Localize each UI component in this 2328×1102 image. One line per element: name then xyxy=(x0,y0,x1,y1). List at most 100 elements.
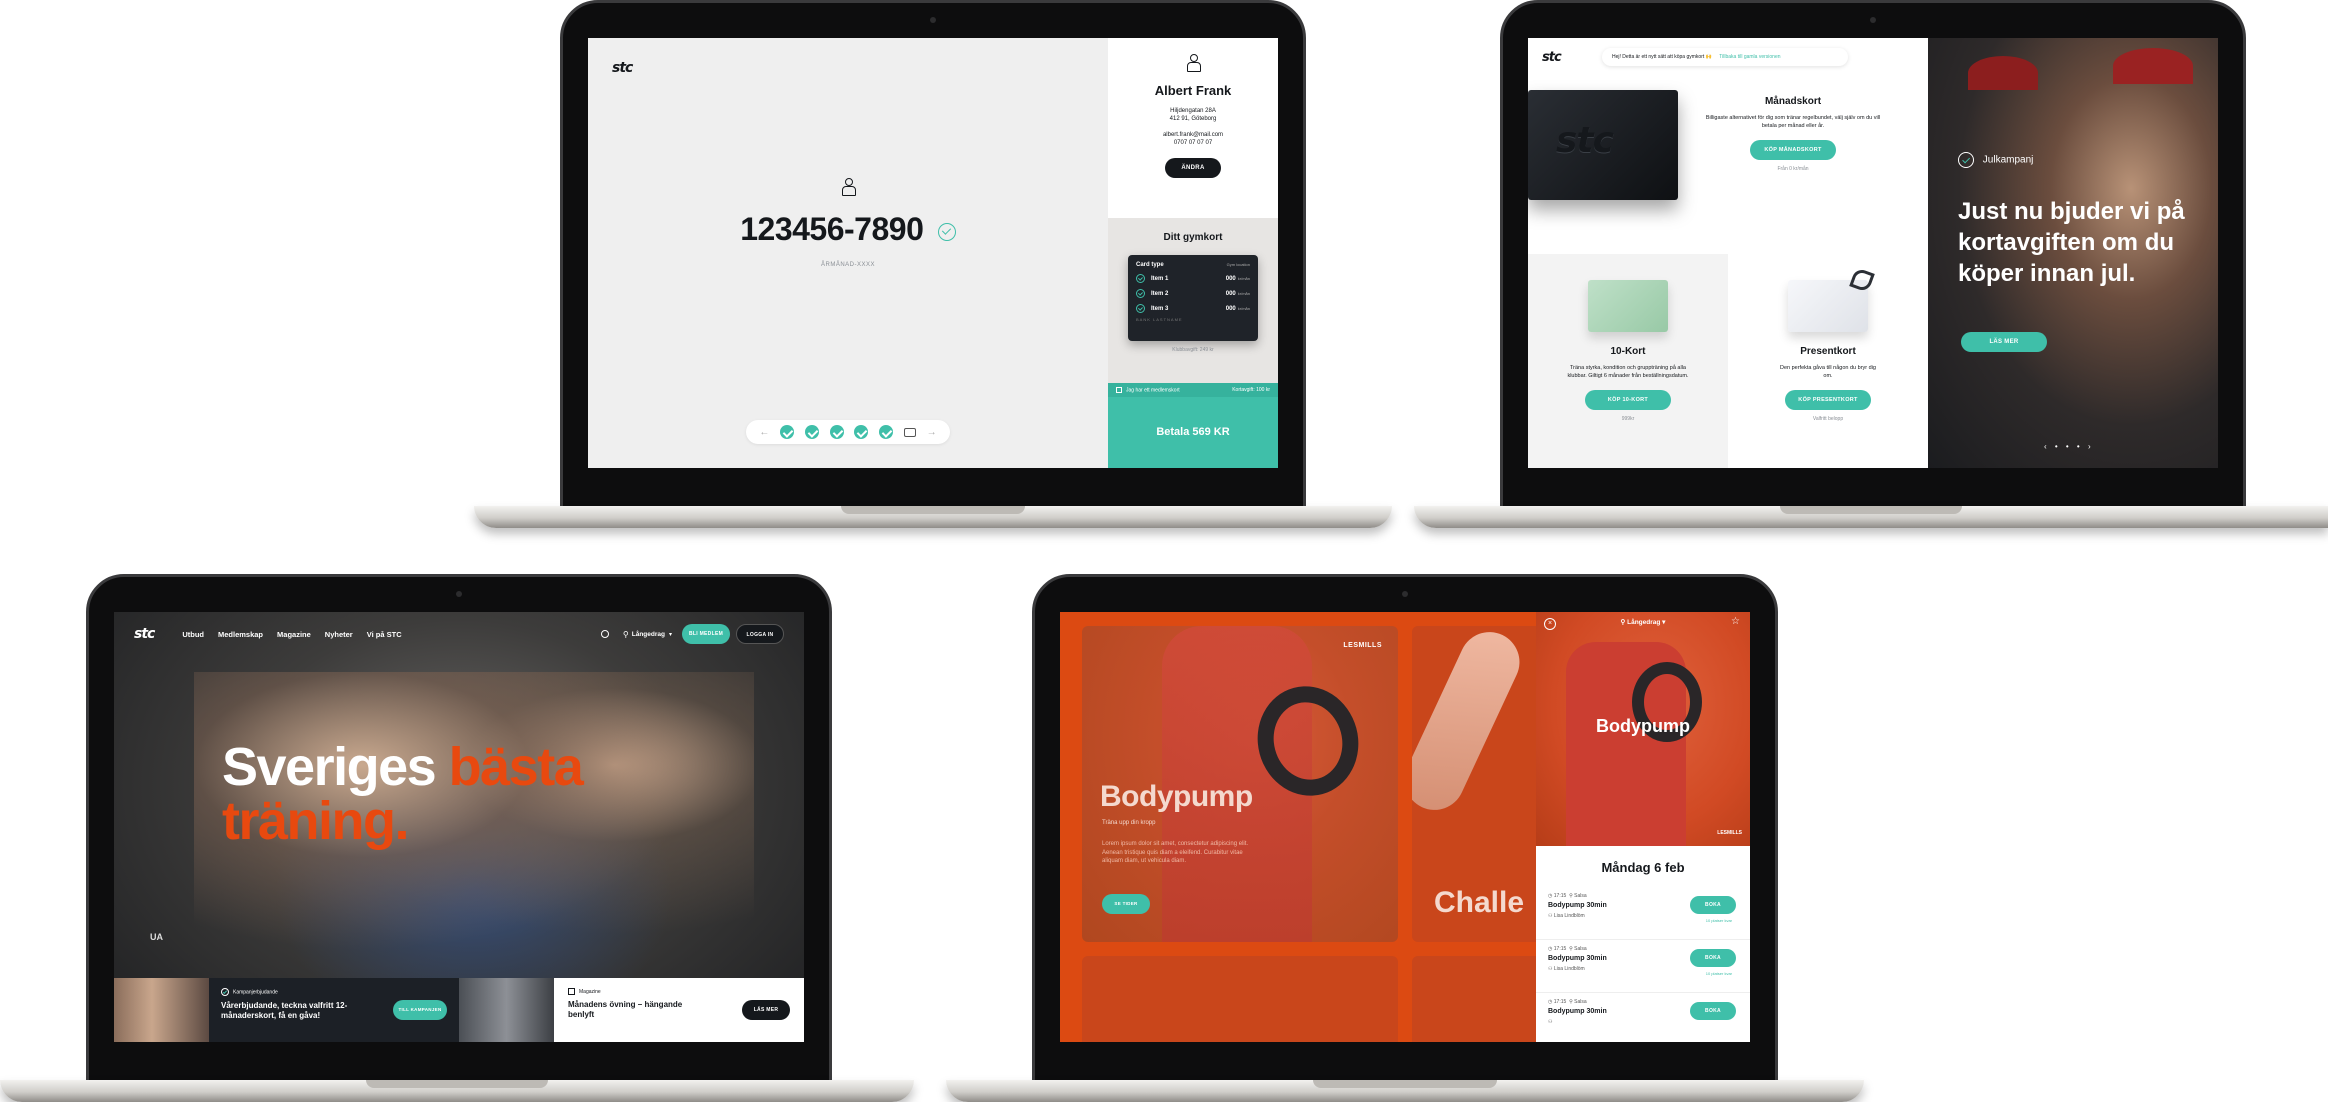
class-card-row2-b[interactable] xyxy=(1412,956,1542,1042)
class-detail-panel: × ⚲ Långedrag ▾ ☆ Bodypump LESMILLS Månd… xyxy=(1536,612,1750,1042)
magazine-tag: Magazine xyxy=(579,988,601,995)
location-select[interactable]: Långedrag xyxy=(632,631,665,638)
panel-hero: × ⚲ Långedrag ▾ ☆ Bodypump LESMILLS xyxy=(1536,612,1750,846)
promo-bar: Kampanjerbjudande Vårerbjudande, teckna … xyxy=(114,978,804,1042)
step-done-icon[interactable] xyxy=(780,425,795,439)
monthly-card-image[interactable]: stc xyxy=(1528,90,1678,200)
favorite-star-icon[interactable]: ☆ xyxy=(1731,616,1740,627)
card-item-price: 000 xyxy=(1225,275,1236,282)
santa-hat-1 xyxy=(1968,56,2038,90)
card-footer: BANK LASTNAME xyxy=(1136,317,1183,322)
campaign-headline: Just nu bjuder vi på kortavgiften om du … xyxy=(1958,198,2185,288)
stc-logo[interactable]: stc xyxy=(612,60,633,76)
class-time: 17:15 xyxy=(1553,946,1567,952)
chevron-down-icon[interactable]: ▾ xyxy=(669,631,672,638)
to-campaign-button[interactable]: TILL KAMPANJEN xyxy=(393,1000,447,1020)
checkbox-icon[interactable] xyxy=(1116,386,1122,393)
card-item-row: Item 1 000 kr/mån xyxy=(1136,274,1250,283)
nav-item[interactable]: Medlemskap xyxy=(218,630,263,639)
stc-logo[interactable]: stc xyxy=(134,626,155,642)
old-version-link[interactable]: Tillbaka till gamla versionen xyxy=(1719,54,1780,60)
next-arrow-icon[interactable]: → xyxy=(927,427,937,438)
book-button[interactable]: BOKA xyxy=(1690,896,1736,914)
card-panel: Ditt gymkort Card type Gym location Item… xyxy=(1108,218,1278,383)
location-pin-icon[interactable]: ⚲ xyxy=(623,630,629,639)
buy-monthly-button[interactable]: KÖP MÅNADSKORT xyxy=(1750,140,1836,161)
step-done-icon[interactable] xyxy=(829,425,844,439)
pay-button[interactable]: Betala 569 KR xyxy=(1108,397,1278,468)
hero-headline: Sveriges bästa träning. xyxy=(222,737,584,848)
become-member-button[interactable]: BLI MEDLEM xyxy=(682,624,730,644)
buy-ten-card-button[interactable]: KÖP 10-KORT xyxy=(1585,390,1671,411)
class-row: ◷ 17:15 ⚲ Salsa Bodypump 30min ⚇ Lisa Lind… xyxy=(1536,940,1750,993)
magazine-read-more-button[interactable]: LÄS MER xyxy=(742,1000,790,1020)
class-card-challenge[interactable]: Challe xyxy=(1412,626,1542,942)
location-pin-icon: ⚲ xyxy=(1569,893,1573,899)
class-desc: Lorem ipsum dolor sit amet, consectetur … xyxy=(1102,841,1249,865)
step-done-icon[interactable] xyxy=(879,425,894,439)
gym-card[interactable]: Card type Gym location Item 1 000 kr/mån It… xyxy=(1128,255,1258,341)
location-pin-icon[interactable]: ⚲ xyxy=(1621,619,1626,626)
book-button[interactable]: BOKA xyxy=(1690,949,1736,967)
location-pin-icon: ⚲ xyxy=(1569,999,1573,1005)
member-row[interactable]: Jag har ett medlemskort Kortavgift: 100 … xyxy=(1108,383,1278,397)
main-nav: Utbud Medlemskap Magazine Nyheter Vi på STC xyxy=(182,630,401,639)
gift-card-desc: Den perfekta gåva till någon du bryr dig… xyxy=(1779,365,1876,379)
class-title: Bodypump xyxy=(1100,780,1253,813)
member-label: Jag har ett medlemskort xyxy=(1126,387,1180,394)
monthly-desc: Billigaste alternativet för dig som trän… xyxy=(1705,115,1881,129)
class-time: 17:15 xyxy=(1553,893,1567,899)
search-icon[interactable] xyxy=(600,630,609,638)
prev-arrow-icon[interactable]: ← xyxy=(759,427,769,438)
step-indicator: ← → xyxy=(746,420,950,444)
buy-gift-card-button[interactable]: KÖP PRESENTKORT xyxy=(1785,390,1871,411)
promo-tag: Kampanjerbjudande xyxy=(233,989,278,996)
ten-card-image[interactable] xyxy=(1588,280,1668,332)
see-times-button[interactable]: SE TIDER xyxy=(1102,894,1150,914)
campaign-ring-icon xyxy=(1958,152,1974,168)
webcam xyxy=(1870,17,1876,23)
gift-card-image[interactable] xyxy=(1788,267,1875,332)
step-done-icon[interactable] xyxy=(804,425,819,439)
class-card-row2-a[interactable] xyxy=(1082,956,1398,1042)
magazine-box: Magazine Månadens övning – hängande benl… xyxy=(554,978,804,1042)
ten-card-panel: 10-Kort Träna styrka, kondition och grup… xyxy=(1528,254,1728,468)
laptop-home: stc Utbud Medlemskap Magazine Nyheter Vi på … xyxy=(0,574,918,1102)
panel-title: Bodypump xyxy=(1596,716,1690,736)
card-item-row: Item 2 000 kr/mån xyxy=(1136,289,1250,298)
athlete-leg xyxy=(1412,626,1530,820)
webcam xyxy=(1402,591,1408,597)
card-item-row: Item 3 000 kr/mån xyxy=(1136,304,1250,313)
location-select[interactable]: Långedrag xyxy=(1627,619,1660,626)
nav-item[interactable]: Nyheter xyxy=(325,630,353,639)
challenge-title: Challe xyxy=(1434,886,1525,919)
nav-item[interactable]: Utbud xyxy=(182,630,204,639)
ua-logo: UA xyxy=(150,932,163,942)
profile-email: albert.frank@mail.com xyxy=(1162,132,1224,138)
class-instructor: Lisa Lindblöm xyxy=(1553,966,1585,972)
edit-profile-button[interactable]: ÄNDRA xyxy=(1165,158,1221,178)
nav-item[interactable]: Magazine xyxy=(277,630,311,639)
clock-icon: ◷ xyxy=(1548,946,1553,952)
class-room: Salsa xyxy=(1574,946,1587,952)
campaign-tag: Julkampanj xyxy=(1982,154,2034,166)
magazine-text: Månadens övning – hängande benlyft xyxy=(568,1000,683,1020)
nav-item[interactable]: Vi på STC xyxy=(367,630,402,639)
promo-box: Kampanjerbjudande Vårerbjudande, teckna … xyxy=(209,978,459,1042)
card-step-icon[interactable] xyxy=(903,427,916,437)
step-done-icon[interactable] xyxy=(854,425,869,439)
book-button[interactable]: BOKA xyxy=(1690,1002,1736,1020)
campaign-hero: Julkampanj Just nu bjuder vi på kortavgi… xyxy=(1928,38,2218,468)
laptop-base xyxy=(946,1080,1864,1102)
magazine-icon xyxy=(568,988,575,995)
webcam xyxy=(930,17,936,23)
stc-logo[interactable]: stc xyxy=(1542,50,1562,65)
read-more-button[interactable]: LÄS MER xyxy=(1961,332,2047,352)
class-row: ◷ 17:15 ⚲ Salsa Bodypump 30min ⚇ BOKA xyxy=(1536,993,1750,1042)
chevron-down-icon[interactable]: ▾ xyxy=(1662,619,1665,626)
login-button[interactable]: LOGGA IN xyxy=(736,624,784,644)
hero-white-text: Sveriges xyxy=(222,737,449,797)
class-card-bodypump[interactable]: LESMILLS Bodypump Träna upp din kropp Lo… xyxy=(1082,626,1398,942)
carousel-dots[interactable]: ‹ • • • › xyxy=(2044,442,2094,451)
profile-name: Albert Frank xyxy=(1154,83,1232,98)
